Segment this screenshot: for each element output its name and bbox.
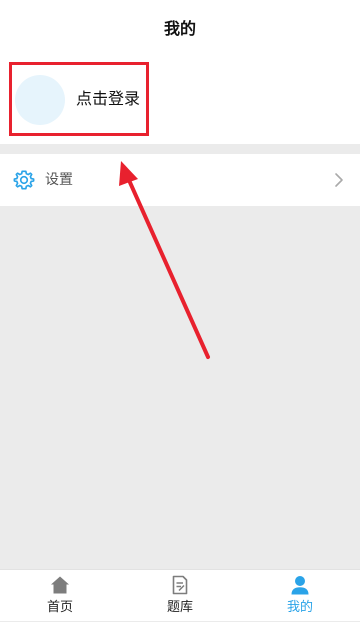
settings-label: 设置	[45, 172, 73, 188]
page-header: 我的	[0, 0, 360, 58]
tab-home-label: 首页	[46, 600, 73, 615]
question-bank-icon	[172, 575, 188, 595]
page-title: 我的	[163, 19, 196, 38]
tab-mine-label: 我的	[286, 600, 313, 615]
settings-item[interactable]: 设置	[0, 154, 360, 206]
user-icon	[291, 576, 309, 595]
section-divider	[0, 144, 360, 154]
chevron-right-icon	[335, 173, 343, 187]
bottom-tab-bar: 首页 题库 我的	[0, 569, 360, 621]
gear-icon	[13, 170, 35, 190]
tab-home[interactable]: 首页	[0, 570, 120, 622]
tab-question-bank[interactable]: 题库	[120, 570, 240, 622]
annotation-highlight-box	[9, 62, 149, 136]
tab-question-bank-label: 题库	[166, 600, 193, 615]
tab-mine[interactable]: 我的	[240, 570, 360, 622]
home-icon	[51, 576, 69, 594]
